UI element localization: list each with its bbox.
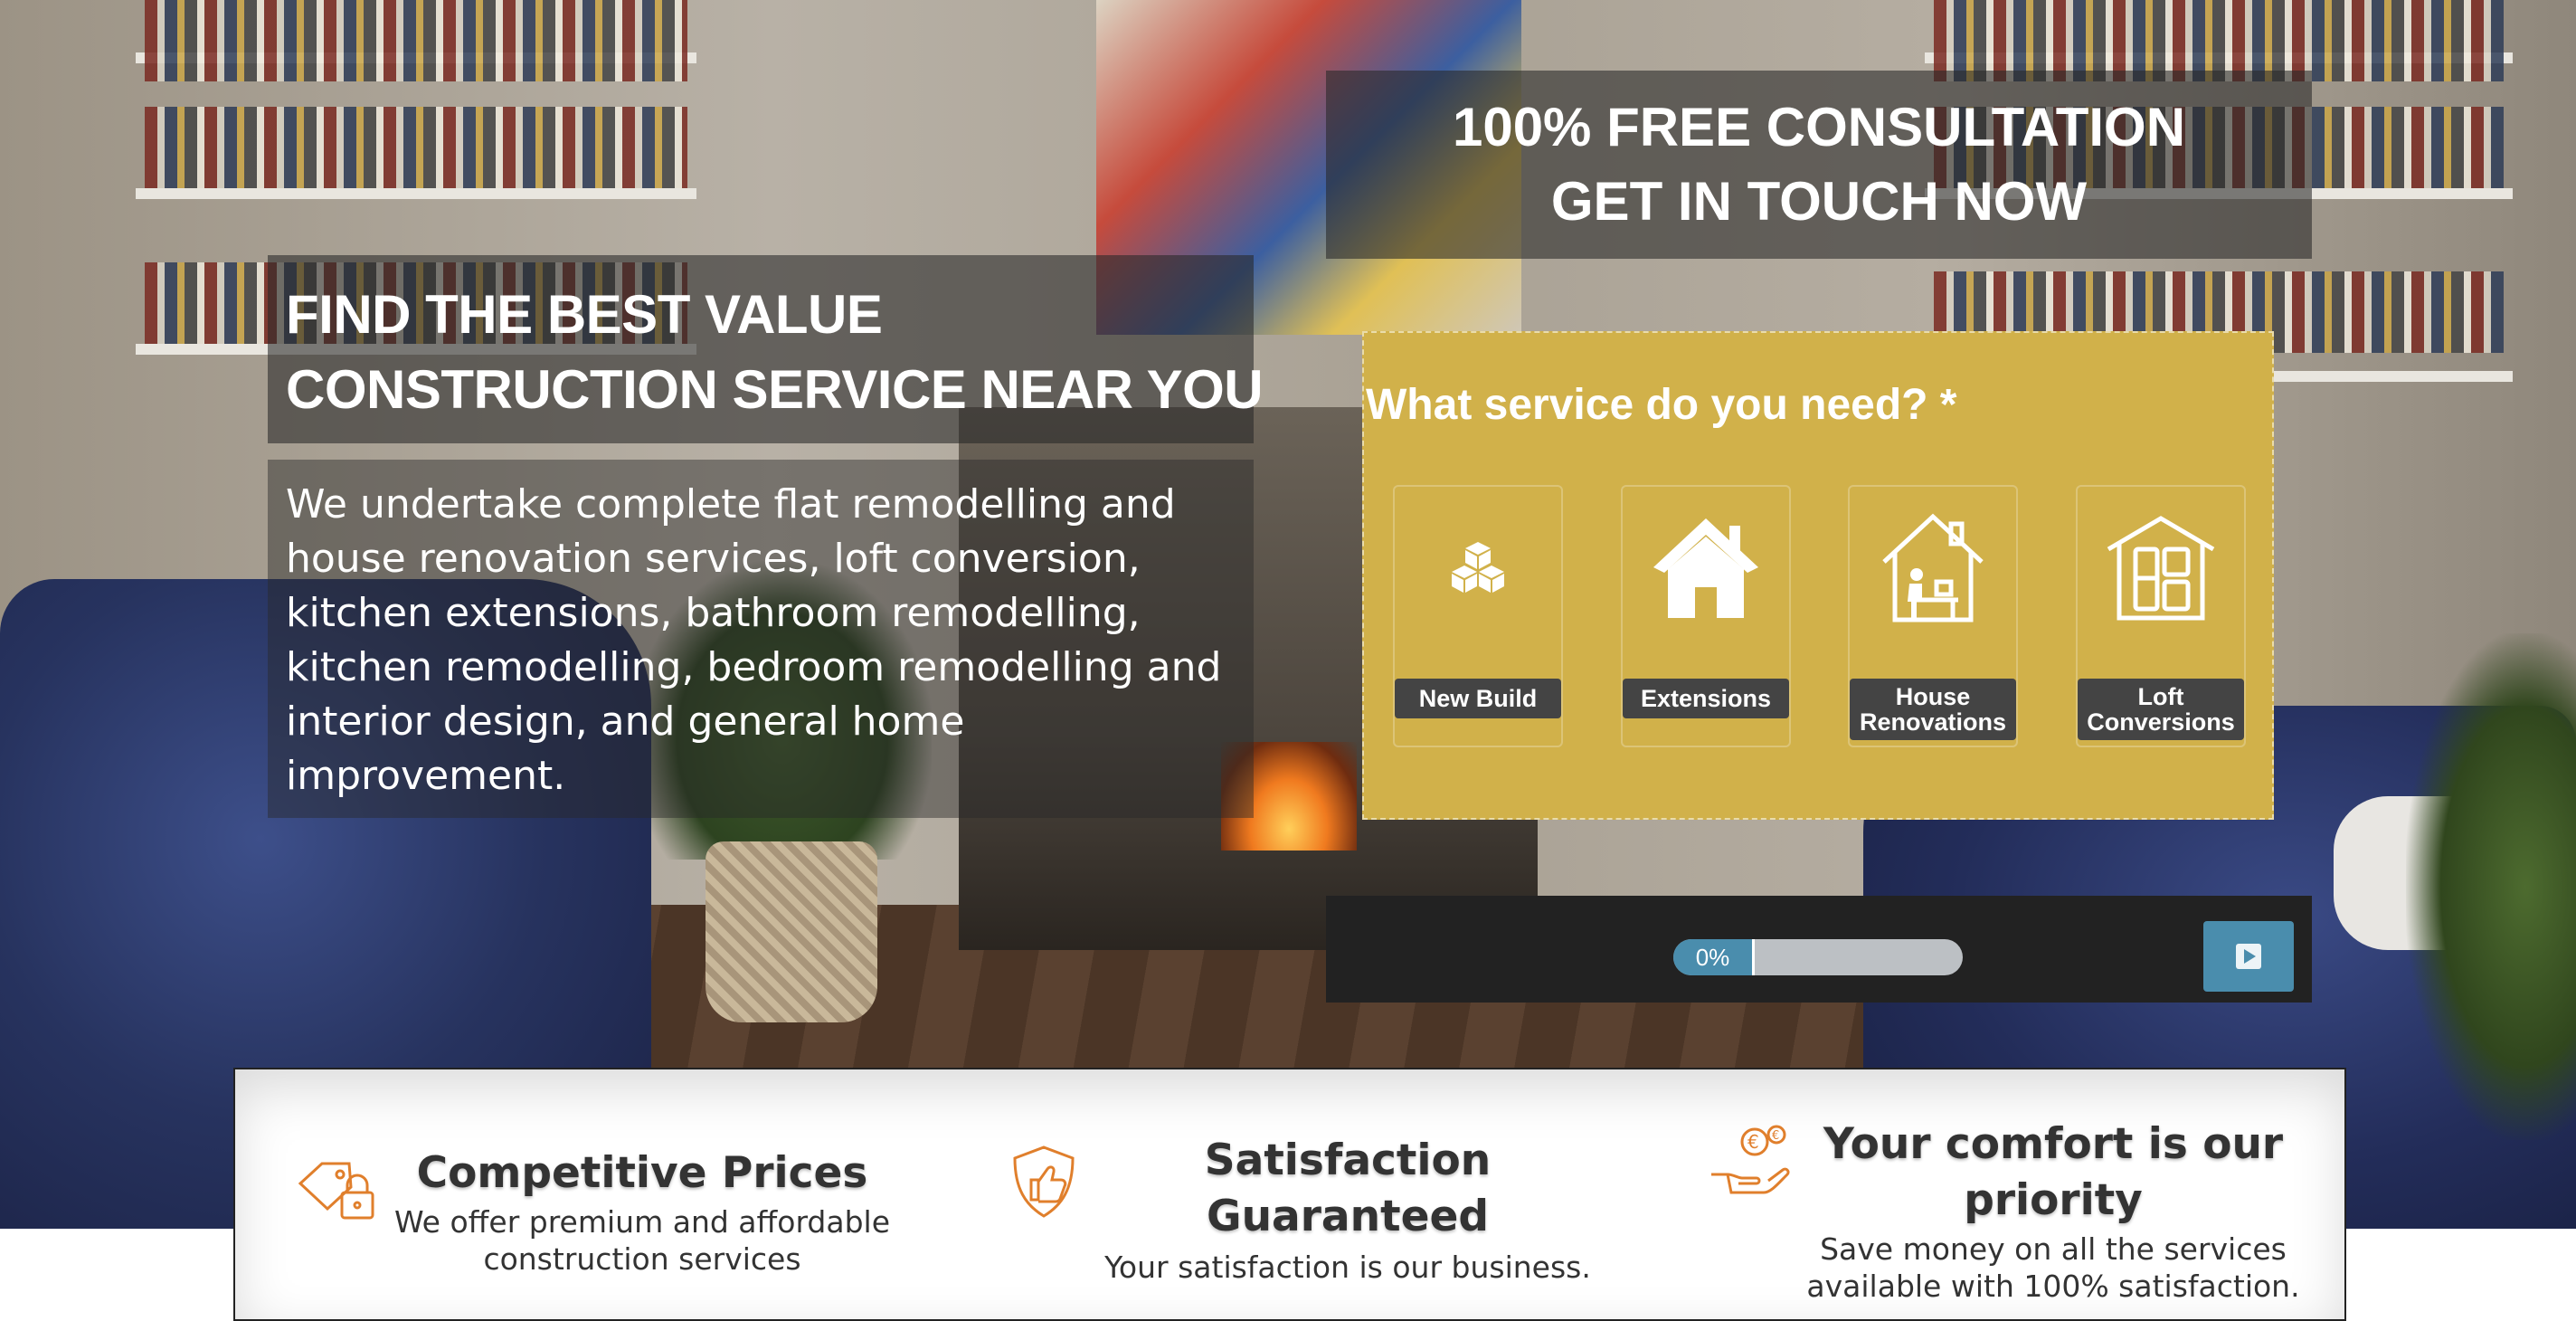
house-icon — [1623, 508, 1789, 626]
service-option-loft-conversions[interactable]: Loft Conversions — [2076, 485, 2246, 747]
hero-headline: FIND THE BEST VALUE CONSTRUCTION SERVICE… — [286, 277, 1264, 427]
blocks-icon — [1395, 508, 1561, 626]
plant-right — [2406, 633, 2576, 1140]
feature-text: Save money on all the services available… — [1806, 1231, 2300, 1304]
hand-coins-icon: € € — [1708, 1122, 1795, 1203]
hero-headline-line-1: FIND THE BEST VALUE — [286, 284, 883, 345]
service-option-house-renovations[interactable]: House Renovations — [1848, 485, 2018, 747]
next-step-button[interactable] — [2203, 921, 2294, 992]
plant-pot — [706, 841, 877, 1022]
hero-headline-line-2: CONSTRUCTION SERVICE NEAR YOU — [286, 359, 1264, 420]
house-desk-icon — [1850, 508, 2016, 626]
service-option-extensions[interactable]: Extensions — [1621, 485, 1791, 747]
books — [1934, 0, 2504, 81]
service-label: New Build — [1395, 679, 1561, 718]
shelf — [136, 188, 696, 199]
service-label: Extensions — [1623, 679, 1789, 718]
feature-title: Competitive Prices — [416, 1148, 868, 1198]
consultation-line-2: GET IN TOUCH NOW — [1550, 171, 2088, 232]
svg-text:€: € — [1747, 1131, 1759, 1153]
service-label: Loft Conversions — [2078, 679, 2244, 740]
service-question: What service do you need? * — [1366, 381, 1957, 429]
service-label: House Renovations — [1850, 679, 2016, 740]
progress-bar: 0% — [1673, 939, 1963, 975]
books — [145, 0, 687, 81]
hero-description: We undertake complete flat remodelling a… — [286, 481, 1222, 799]
shield-thumbs-up-icon — [1009, 1144, 1078, 1223]
feature-title: Your comfort is our priority — [1823, 1119, 2284, 1225]
window-house-icon — [2078, 508, 2244, 626]
svg-text:€: € — [1772, 1129, 1779, 1143]
consultation-line-1: 100% FREE CONSULTATION — [1452, 97, 2186, 157]
service-option-new-build[interactable]: New Build — [1393, 485, 1563, 747]
feature-title: Satisfaction Guaranteed — [1204, 1136, 1492, 1241]
play-icon — [2236, 944, 2261, 969]
books — [145, 107, 687, 188]
consultation-banner[interactable]: 100% FREE CONSULTATION GET IN TOUCH NOW — [1326, 90, 2312, 239]
price-tag-lock-icon — [297, 1156, 380, 1225]
feature-text: We offer premium and affordable construc… — [393, 1204, 891, 1277]
feature-text: Your satisfaction is our business. — [1104, 1250, 1591, 1285]
progress-label: 0% — [1673, 939, 1755, 975]
